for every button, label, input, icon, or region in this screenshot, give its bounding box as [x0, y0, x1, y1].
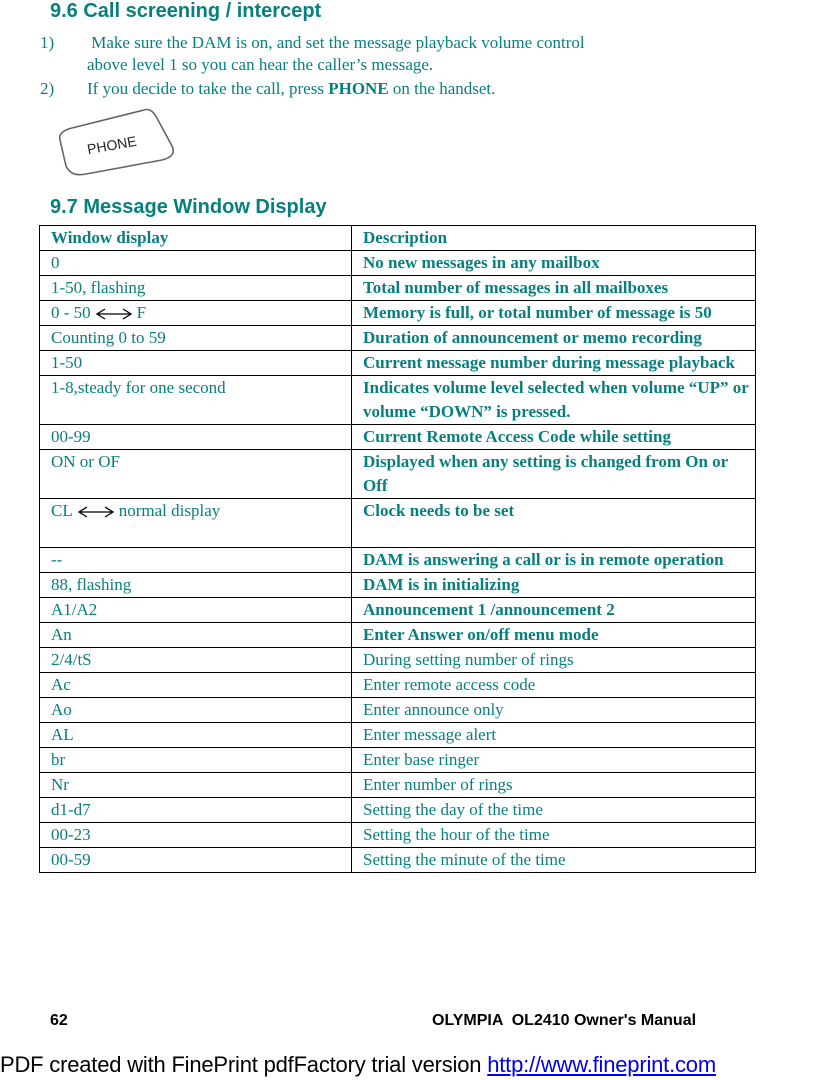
window-display-cell: Ao [39, 697, 352, 723]
phone-button-illustration: PHONE [58, 108, 175, 176]
window-display-cell: br [39, 747, 352, 773]
table-row: ON or OF Displayed when any setting is ch… [39, 449, 756, 499]
description-cell: Enter base ringer [351, 747, 756, 773]
window-display-cell: AL [39, 722, 352, 748]
section-heading-call-screening: 9.6 Call screening / intercept [50, 0, 322, 22]
message-window-table: Window display Description 0 No new messa… [39, 225, 756, 873]
table-row: 1-50, flashing Total number of messages i… [39, 275, 756, 301]
window-display-cell: 1-50, flashing [39, 275, 352, 301]
window-display-cell: Ac [39, 672, 352, 698]
table-body: 0 No new messages in any mailbox 1-50, fla… [39, 250, 756, 873]
window-display-cell: 0 - 50 F [39, 300, 352, 326]
pdf-watermark: PDF created with FinePrint pdfFactory tr… [0, 1052, 831, 1078]
window-display-cell: 00-23 [39, 822, 352, 848]
phone-button-label: PHONE [86, 133, 138, 157]
display-value: CL [51, 501, 73, 520]
window-display-cell: A1/A2 [39, 597, 352, 623]
double-arrow-icon [95, 308, 132, 320]
table-row: Counting 0 to 59 Duration of announcement… [39, 325, 756, 351]
manual-title: OLYMPIA OL2410 Owner's Manual [432, 1012, 697, 1029]
description-cell: During setting number of rings [351, 647, 756, 673]
table-row: An Enter Answer on/off menu mode [39, 622, 756, 648]
window-display-cell: 1-50 [39, 350, 352, 376]
description-cell: Indicates volume level selected when vol… [351, 375, 756, 425]
window-display-cell: 2/4/tS [39, 647, 352, 673]
description-cell: Displayed when any setting is changed fr… [351, 449, 756, 499]
table-row: A1/A2 Announcement 1 /announcement 2 [39, 597, 756, 623]
description-cell: Enter remote access code [351, 672, 756, 698]
table-row: 00-59 Setting the minute of the time [39, 847, 756, 873]
description-cell: Duration of announcement or memo recordi… [351, 325, 756, 351]
table-row: CL normal display Clock needs to be set [39, 498, 756, 548]
watermark-link[interactable]: http://www.fineprint.com [487, 1052, 716, 1077]
display-value: F [136, 303, 147, 322]
window-display-cell: CL normal display [39, 498, 352, 548]
step-2: 2) If you decide to take the call, press … [40, 78, 495, 100]
window-display-cell: d1-d7 [39, 797, 352, 823]
table-header-row: Window display Description [39, 225, 756, 251]
description-cell: Announcement 1 /announcement 2 [351, 597, 756, 623]
description-cell: Memory is full, or total number of messa… [351, 300, 756, 326]
window-display-cell: 1-8,steady for one second [39, 375, 352, 425]
description-cell: Enter Answer on/off menu mode [351, 622, 756, 648]
table-row: 0 - 50 F Memory is full, or total number o… [39, 300, 756, 326]
table-row: 00-99 Current Remote Access Code while se… [39, 424, 756, 450]
description-cell: Current Remote Access Code while setting [351, 424, 756, 450]
description-cell: Enter number of rings [351, 772, 756, 798]
table-row: 1-50 Current message number during messag… [39, 350, 756, 376]
display-value: normal display [118, 501, 221, 520]
column-header-window-display: Window display [39, 225, 352, 251]
description-cell: Setting the minute of the time [351, 847, 756, 873]
step-text: Make sure the DAM is on, and set the mes… [87, 33, 585, 52]
window-display-cell: -- [39, 547, 352, 573]
table-row: br Enter base ringer [39, 747, 756, 773]
watermark-text: PDF created with FinePrint pdfFactory tr… [0, 1052, 488, 1077]
description-cell: No new messages in any mailbox [351, 250, 756, 276]
description-cell: Setting the day of the time [351, 797, 756, 823]
phone-key-label: PHONE [328, 79, 389, 98]
window-display-cell: 88, flashing [39, 572, 352, 598]
double-arrow-icon [77, 506, 114, 518]
window-display-cell: 0 [39, 250, 352, 276]
table-row: d1-d7 Setting the day of the time [39, 797, 756, 823]
window-display-cell: An [39, 622, 352, 648]
description-cell: Setting the hour of the time [351, 822, 756, 848]
table-row: 88, flashing DAM is in initializing [39, 572, 756, 598]
description-cell: Total number of messages in all mailboxe… [351, 275, 756, 301]
window-display-cell: ON or OF [39, 449, 352, 499]
step-text: on the handset. [388, 79, 496, 98]
step-number: 2) [40, 79, 55, 98]
table-row: 1-8,steady for one second Indicates volum… [39, 375, 756, 425]
table-row: 00-23 Setting the hour of the time [39, 822, 756, 848]
description-cell: DAM is answering a call or is in remote … [351, 547, 756, 573]
table-row: Ao Enter announce only [39, 697, 756, 723]
window-display-cell: Counting 0 to 59 [39, 325, 352, 351]
table-row: Nr Enter number of rings [39, 772, 756, 798]
window-display-cell: Nr [39, 772, 352, 798]
table-row: 2/4/tS During setting number of rings [39, 647, 756, 673]
step-text-continued: above level 1 so you can hear the caller… [87, 55, 434, 74]
column-header-description: Description [351, 225, 756, 251]
description-cell: Enter announce only [351, 697, 756, 723]
table-row: 0 No new messages in any mailbox [39, 250, 756, 276]
step-number: 1) [40, 33, 55, 52]
description-cell: Current message number during message pl… [351, 350, 756, 376]
table-row: -- DAM is answering a call or is in remot… [39, 547, 756, 573]
display-value: 0 - 50 [51, 303, 91, 322]
section-heading-message-window: 9.7 Message Window Display [50, 196, 327, 218]
page-number: 62 [50, 1012, 68, 1029]
description-cell: Enter message alert [351, 722, 756, 748]
table-row: Ac Enter remote access code [39, 672, 756, 698]
step-text: If you decide to take the call, press [87, 79, 329, 98]
table-row: AL Enter message alert [39, 722, 756, 748]
description-cell: DAM is in initializing [351, 572, 756, 598]
window-display-cell: 00-59 [39, 847, 352, 873]
step-1: 1) Make sure the DAM is on, and set the … [40, 32, 585, 76]
description-cell: Clock needs to be set [351, 498, 756, 548]
window-display-cell: 00-99 [39, 424, 352, 450]
